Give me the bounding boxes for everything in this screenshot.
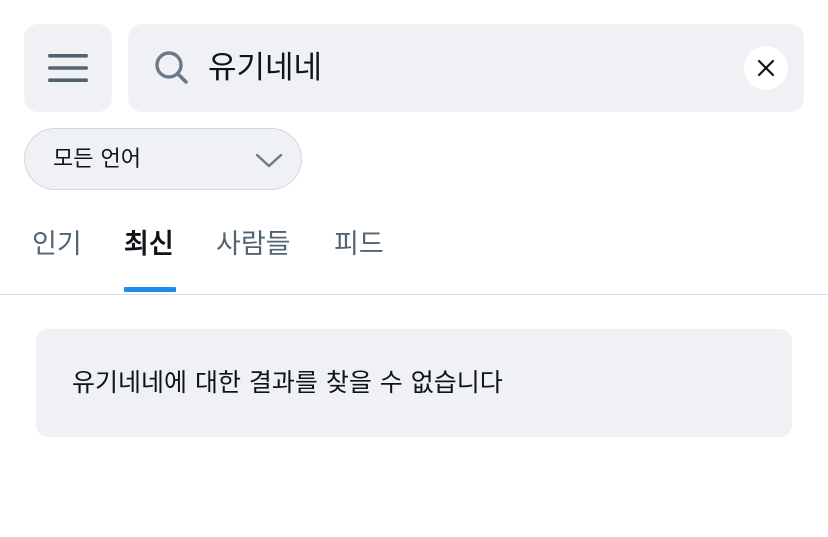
- tab-latest[interactable]: 최신: [124, 210, 174, 292]
- language-filter-dropdown[interactable]: 모든 언어: [24, 128, 302, 190]
- search-icon: [155, 51, 188, 84]
- hamburger-menu-icon: [48, 54, 88, 82]
- result-tabs: 인기 최신 사람들 피드: [0, 210, 828, 295]
- search-input[interactable]: 유기네네: [208, 24, 322, 112]
- empty-results-card: 유기네네에 대한 결과를 찾을 수 없습니다: [36, 329, 792, 437]
- language-filter-label: 모든 언어: [53, 147, 141, 172]
- clear-search-button[interactable]: [744, 46, 788, 90]
- menu-button[interactable]: [24, 24, 112, 112]
- close-icon: [757, 59, 775, 77]
- tab-people[interactable]: 사람들: [216, 210, 291, 292]
- active-tab-indicator: [124, 287, 176, 292]
- tab-feeds[interactable]: 피드: [334, 210, 384, 292]
- empty-results-message: 유기네네에 대한 결과를 찾을 수 없습니다: [72, 368, 503, 397]
- chevron-down-icon: [255, 153, 283, 168]
- tab-popular[interactable]: 인기: [32, 210, 82, 292]
- search-bar[interactable]: 유기네네: [128, 24, 804, 112]
